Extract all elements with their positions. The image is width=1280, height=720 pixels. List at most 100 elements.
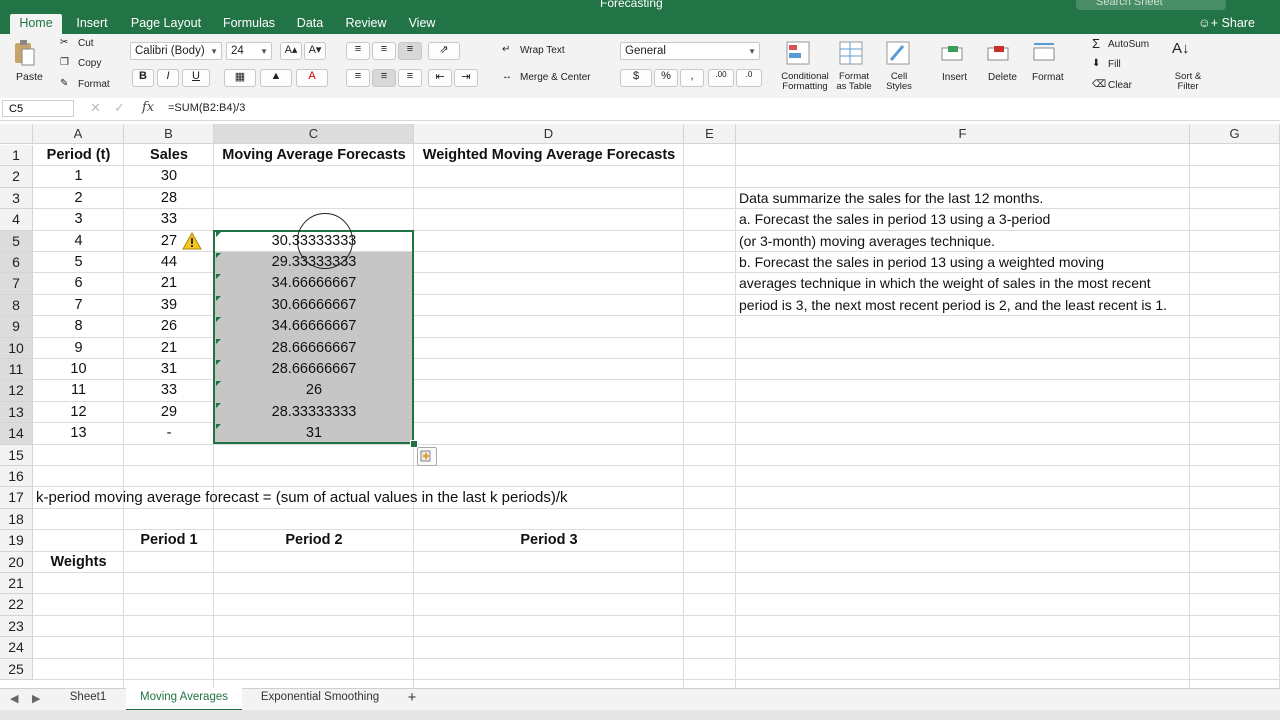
cell-b2[interactable]: 30 — [124, 166, 214, 187]
format-painter-button[interactable]: Format — [78, 79, 110, 90]
row-header-10[interactable]: 10 — [0, 337, 33, 359]
row-header-4[interactable]: 4 — [0, 209, 33, 231]
cell-styles-icon[interactable] — [885, 40, 915, 66]
row-header-18[interactable]: 18 — [0, 508, 33, 531]
row-header-13[interactable]: 13 — [0, 401, 33, 424]
number-format-select[interactable]: General ▼ — [620, 42, 760, 60]
cell-b13[interactable]: 29 — [124, 402, 214, 423]
row-header-17[interactable]: 17 — [0, 487, 33, 509]
cell-f8[interactable]: period is 3, the next most recent period… — [739, 295, 1167, 316]
merge-center-button[interactable]: Merge & Center — [520, 72, 591, 83]
align-top-icon[interactable]: ≡ — [346, 42, 370, 60]
cell-b4[interactable]: 33 — [124, 209, 214, 230]
increase-indent-icon[interactable]: ⇥ — [454, 69, 478, 87]
paste-button[interactable]: Paste — [16, 71, 43, 83]
fill-icon[interactable]: ⬇ — [1092, 58, 1100, 69]
row-header-12[interactable]: 12 — [0, 380, 33, 402]
cell-a11[interactable]: 10 — [33, 359, 124, 380]
row-header-20[interactable]: 20 — [0, 551, 33, 573]
underline-button[interactable]: U — [182, 69, 210, 87]
sort-filter-button[interactable]: Sort & Filter — [1166, 72, 1210, 92]
cell-f7[interactable]: averages technique in which the weight o… — [739, 273, 1151, 294]
align-left-icon[interactable]: ≡ — [346, 69, 370, 87]
cell-b7[interactable]: 21 — [124, 273, 214, 294]
cell-a1[interactable]: Period (t) — [33, 145, 124, 166]
fill-color-icon[interactable]: ▲ — [260, 69, 292, 87]
cell-c1[interactable]: Moving Average Forecasts — [214, 145, 414, 166]
tab-home[interactable]: Home — [10, 14, 62, 34]
cell-b11[interactable]: 31 — [124, 359, 214, 380]
tab-view[interactable]: View — [402, 14, 442, 34]
insert-function-button[interactable]: fx — [142, 100, 154, 115]
paste-options-icon[interactable] — [417, 447, 437, 466]
delete-cells-icon[interactable] — [986, 42, 1016, 64]
currency-button[interactable]: $ — [620, 69, 652, 87]
format-as-table-icon[interactable] — [838, 40, 868, 66]
decrease-font-size-icon[interactable]: A▾ — [304, 42, 326, 60]
row-header-24[interactable]: 24 — [0, 637, 33, 659]
cancel-icon[interactable]: ✕ — [90, 100, 101, 116]
sheet-tab-exponential-smoothing[interactable]: Exponential Smoothing — [250, 688, 390, 709]
clear-icon[interactable]: ⌫ — [1092, 79, 1106, 90]
conditional-formatting-icon[interactable] — [785, 40, 815, 66]
cell-b19[interactable]: Period 1 — [124, 530, 214, 551]
scroll-right-icon[interactable]: ▶ — [32, 692, 40, 705]
cell-a12[interactable]: 11 — [33, 380, 124, 401]
cell-a7[interactable]: 6 — [33, 273, 124, 294]
cell-a20[interactable]: Weights — [33, 552, 124, 573]
warning-icon[interactable] — [182, 231, 202, 251]
enter-check-icon[interactable]: ✓ — [114, 100, 125, 116]
font-size-select[interactable]: 24 ▼ — [226, 42, 272, 60]
cell-f5[interactable]: (or 3-month) moving averages technique. — [739, 231, 995, 252]
format-cells-icon[interactable] — [1032, 42, 1062, 64]
autosum-button[interactable]: AutoSum — [1108, 39, 1149, 50]
row-header-21[interactable]: 21 — [0, 573, 33, 595]
cell-a4[interactable]: 3 — [33, 209, 124, 230]
add-sheet-button[interactable]: + — [400, 688, 424, 709]
cell-b10[interactable]: 21 — [124, 338, 214, 359]
cell-b1[interactable]: Sales — [124, 145, 214, 166]
copy-button[interactable]: Copy — [78, 58, 101, 69]
percent-button[interactable]: % — [654, 69, 678, 87]
cell-b9[interactable]: 26 — [124, 316, 214, 337]
row-header-16[interactable]: 16 — [0, 466, 33, 488]
row-header-11[interactable]: 11 — [0, 359, 33, 381]
tab-insert[interactable]: Insert — [68, 14, 116, 34]
row-header-8[interactable]: 8 — [0, 294, 33, 317]
cell-a5[interactable]: 4 — [33, 231, 124, 252]
sheet-tab-sheet1[interactable]: Sheet1 — [56, 688, 120, 709]
tab-review[interactable]: Review — [340, 14, 392, 34]
cell-a3[interactable]: 2 — [33, 188, 124, 209]
cell-b6[interactable]: 44 — [124, 252, 214, 273]
share-button[interactable]: ☺+ Share — [1198, 14, 1255, 34]
borders-icon[interactable]: ▦ — [224, 69, 256, 87]
row-header-7[interactable]: 7 — [0, 273, 33, 295]
align-bottom-icon[interactable]: ≡ — [398, 42, 422, 60]
autosum-icon[interactable]: Σ — [1092, 36, 1100, 51]
row-header-6[interactable]: 6 — [0, 252, 33, 274]
increase-font-size-icon[interactable]: A▴ — [280, 42, 302, 60]
clear-button[interactable]: Clear — [1108, 80, 1132, 91]
italic-button[interactable]: I — [157, 69, 179, 87]
row-header-14[interactable]: 14 — [0, 423, 33, 445]
row-header-19[interactable]: 19 — [0, 530, 33, 552]
name-box[interactable]: C5 — [2, 100, 74, 117]
column-header-g[interactable]: G — [1190, 124, 1280, 144]
sheet-tab-moving-averages[interactable]: Moving Averages — [126, 688, 242, 711]
wrap-text-button[interactable]: Wrap Text — [520, 45, 565, 56]
cell-b12[interactable]: 33 — [124, 380, 214, 401]
format-as-table-button[interactable]: Format as Table — [832, 72, 876, 92]
row-header-1[interactable]: 1 — [0, 145, 33, 167]
font-color-icon[interactable]: A — [296, 69, 328, 87]
cell-f3[interactable]: Data summarize the sales for the last 12… — [739, 188, 1043, 209]
column-header-b[interactable]: B — [124, 124, 214, 144]
paste-icon[interactable] — [12, 39, 36, 67]
scroll-left-icon[interactable]: ◀ — [10, 692, 18, 705]
column-header-a[interactable]: A — [33, 124, 124, 144]
cell-c19[interactable]: Period 2 — [214, 530, 414, 551]
column-header-d[interactable]: D — [414, 124, 684, 144]
align-right-icon[interactable]: ≡ — [398, 69, 422, 87]
cut-icon[interactable]: ✂ — [60, 37, 68, 48]
font-name-select[interactable]: Calibri (Body) ▼ — [130, 42, 222, 60]
tab-data[interactable]: Data — [290, 14, 330, 34]
